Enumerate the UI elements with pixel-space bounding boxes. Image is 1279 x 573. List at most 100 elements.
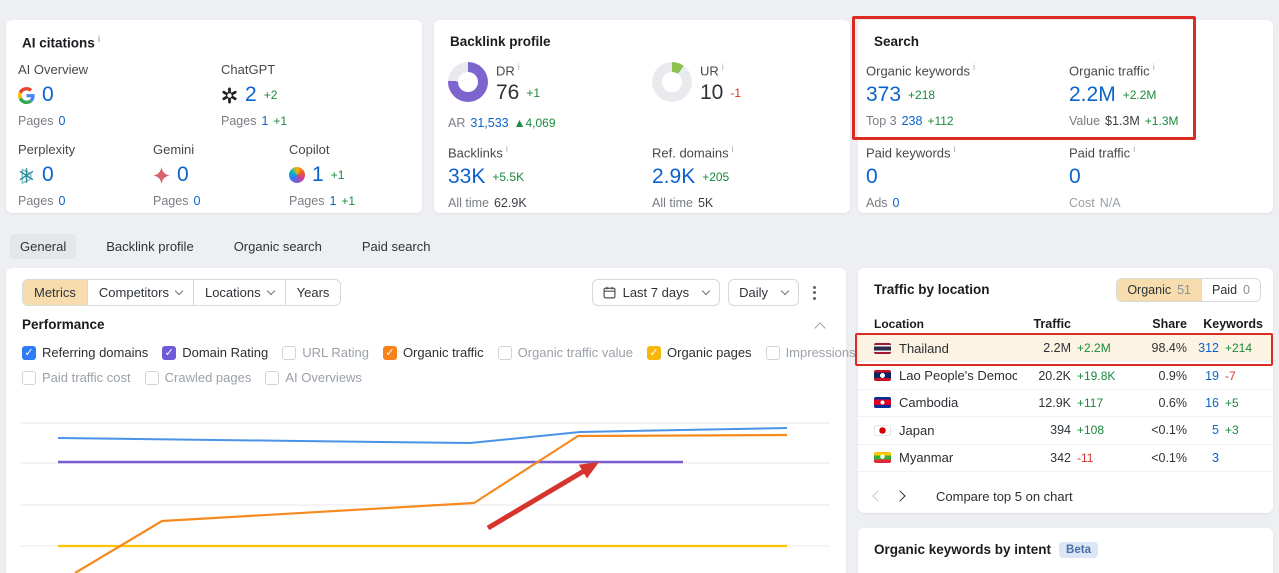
- checkbox-ai-overviews[interactable]: AI Overviews: [265, 370, 362, 385]
- checkbox-organic-traffic-value[interactable]: Organic traffic value: [497, 345, 633, 360]
- metric-label[interactable]: Organic traffic: [1069, 62, 1178, 80]
- top3-value[interactable]: 238: [902, 114, 923, 128]
- keywords-value[interactable]: 312: [1187, 341, 1219, 355]
- more-options-kebab-icon[interactable]: [807, 280, 822, 306]
- metric-value[interactable]: 2.9K: [652, 165, 695, 189]
- checkbox-organic-pages[interactable]: Organic pages: [647, 345, 752, 360]
- checkbox-icon: [144, 370, 159, 385]
- checkbox-organic-traffic[interactable]: Organic traffic: [382, 345, 484, 360]
- toggle-organic[interactable]: Organic 51: [1117, 279, 1202, 301]
- checkbox-icon: [382, 345, 397, 360]
- paid-count: 0: [1243, 283, 1250, 297]
- pages-value[interactable]: 0: [58, 194, 65, 208]
- metric-label[interactable]: Backlinks: [448, 144, 527, 162]
- metric-value[interactable]: 0: [177, 163, 189, 187]
- toggle-paid[interactable]: Paid 0: [1201, 279, 1260, 301]
- search-title: Search: [874, 34, 920, 49]
- ar-value[interactable]: 31,533: [470, 116, 508, 130]
- metric-label[interactable]: DR: [496, 62, 556, 80]
- metric-value[interactable]: 0: [42, 163, 54, 187]
- pages-value[interactable]: 0: [193, 194, 200, 208]
- pages-label: Pages: [221, 114, 257, 128]
- pages-label: Pages: [18, 194, 54, 208]
- metric-label[interactable]: Organic keywords: [866, 62, 975, 80]
- metric-delta: +5.5K: [492, 170, 525, 184]
- table-row-myanmar[interactable]: Myanmar 342 -11 <0.1% 3: [858, 445, 1273, 472]
- share-value: 0.6%: [1158, 395, 1188, 410]
- table-row-japan[interactable]: Japan 394 +108 <0.1% 5 +3: [858, 417, 1273, 445]
- checkbox-domain-rating[interactable]: Domain Rating: [162, 345, 268, 360]
- segment-metrics[interactable]: Metrics: [23, 280, 87, 305]
- collapse-chevron-up-icon[interactable]: [814, 322, 826, 334]
- tab-general[interactable]: General: [10, 233, 77, 259]
- tab-backlink-profile[interactable]: Backlink profile: [96, 234, 203, 259]
- checkbox-referring-domains[interactable]: Referring domains: [22, 345, 148, 360]
- previous-page-chevron-icon[interactable]: [872, 490, 884, 502]
- performance-line-chart[interactable]: [6, 395, 846, 573]
- metric-value[interactable]: 373: [866, 83, 901, 107]
- chevron-down-icon: [780, 286, 790, 296]
- share-value: 0.9%: [1158, 368, 1188, 383]
- segment-locations[interactable]: Locations: [192, 280, 285, 305]
- tab-paid-search[interactable]: Paid search: [352, 234, 441, 259]
- pages-value[interactable]: 1: [261, 114, 268, 128]
- metric-paid-traffic: Paid traffic 0 Cost N/A: [1069, 144, 1135, 212]
- checkbox-impressions[interactable]: Impressions: [765, 345, 856, 360]
- chart-date-controls: Last 7 days Daily: [591, 279, 822, 306]
- metric-label[interactable]: Ref. domains: [652, 144, 734, 162]
- table-row-cambodia[interactable]: Cambodia 12.9K +117 0.6% 16 +5: [858, 390, 1273, 418]
- ads-label: Ads: [866, 196, 888, 210]
- metric-value[interactable]: 1: [312, 163, 324, 187]
- checkbox-url-rating[interactable]: URL Rating: [282, 345, 369, 360]
- metric-value[interactable]: 33K: [448, 165, 485, 189]
- metric-label: Perplexity: [18, 142, 76, 157]
- keywords-delta: +5: [1225, 395, 1239, 410]
- ai-citations-title: AI citations: [22, 34, 100, 51]
- metric-value[interactable]: 0: [866, 165, 878, 189]
- pages-value[interactable]: 1: [329, 194, 336, 208]
- metric-gemini: Gemini 0 Pages 0: [153, 142, 200, 210]
- ads-value[interactable]: 0: [893, 196, 900, 210]
- date-range-button[interactable]: Last 7 days: [591, 279, 721, 306]
- keywords-value[interactable]: 19: [1187, 369, 1219, 383]
- ai-citations-card: AI citations AI Overview 0 Pages 0 ChatGP…: [6, 20, 422, 213]
- calendar-icon: [603, 286, 616, 299]
- pages-value[interactable]: 0: [58, 114, 65, 128]
- keywords-value[interactable]: 16: [1187, 396, 1219, 410]
- myanmar-flag: [874, 452, 891, 464]
- metric-delta: +1: [330, 168, 345, 182]
- metric-label[interactable]: UR: [700, 62, 741, 80]
- checkbox-crawled-pages[interactable]: Crawled pages: [144, 370, 251, 385]
- metric-value[interactable]: 2: [245, 83, 257, 107]
- laos-flag: [874, 370, 891, 382]
- metric-label[interactable]: Paid keywords: [866, 144, 956, 162]
- tab-organic-search[interactable]: Organic search: [224, 234, 332, 259]
- granularity-button[interactable]: Daily: [728, 279, 799, 306]
- segment-competitors[interactable]: Competitors: [86, 280, 193, 305]
- value-amount: $1.3M: [1105, 114, 1140, 128]
- segment-years[interactable]: Years: [284, 280, 341, 305]
- keywords-value[interactable]: 5: [1187, 423, 1219, 437]
- metric-value[interactable]: 2.2M: [1069, 83, 1116, 107]
- table-row-laos[interactable]: Lao People's Democratic Reput 20.2K +19.…: [858, 362, 1273, 390]
- chatgpt-icon: [222, 87, 237, 103]
- segment-label: Years: [296, 285, 330, 300]
- metric-value: 76: [496, 81, 520, 104]
- organic-count: 51: [1177, 283, 1192, 297]
- segment-label: Metrics: [34, 285, 76, 300]
- checkbox-icon: [497, 345, 512, 360]
- metric-value[interactable]: 0: [1069, 165, 1081, 189]
- keywords-value[interactable]: 3: [1187, 451, 1219, 465]
- chart-filter-segments: Metrics Competitors Locations Years: [22, 279, 342, 306]
- compare-top5-label: Compare top 5 on chart: [936, 488, 1073, 504]
- metric-label[interactable]: Paid traffic: [1069, 144, 1135, 162]
- checkbox-paid-traffic-cost[interactable]: Paid traffic cost: [22, 370, 131, 385]
- table-row-thailand[interactable]: Thailand 2.2M +2.2M 98.4% 312 +214: [858, 335, 1273, 363]
- metric-value[interactable]: 0: [42, 83, 54, 107]
- keywords-delta: +214: [1225, 341, 1253, 356]
- metric-label: Gemini: [153, 142, 195, 157]
- share-value: 98.4%: [1151, 341, 1187, 356]
- next-page-chevron-icon[interactable]: [894, 490, 906, 502]
- traffic-value: 12.9K: [1038, 395, 1071, 410]
- location-name: Myanmar: [899, 450, 954, 466]
